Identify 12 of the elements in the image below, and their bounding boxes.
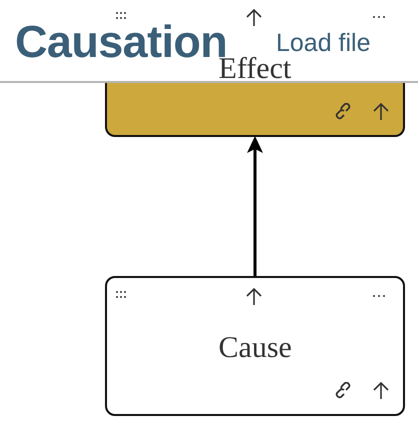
node-label: Cause <box>218 333 292 363</box>
arrow-up-icon[interactable] <box>373 382 389 400</box>
arrow-up-icon[interactable] <box>246 288 262 306</box>
more-icon[interactable] <box>373 16 386 19</box>
more-icon[interactable] <box>373 295 386 298</box>
drag-handle-icon[interactable] <box>116 12 127 20</box>
arrow-up-icon[interactable] <box>246 9 262 27</box>
node-card[interactable] <box>105 83 405 137</box>
arrow-up-icon[interactable] <box>373 103 389 121</box>
node-card[interactable] <box>105 276 405 416</box>
drag-handle-icon[interactable] <box>116 291 127 299</box>
load-file-button[interactable]: Load file <box>272 30 375 58</box>
